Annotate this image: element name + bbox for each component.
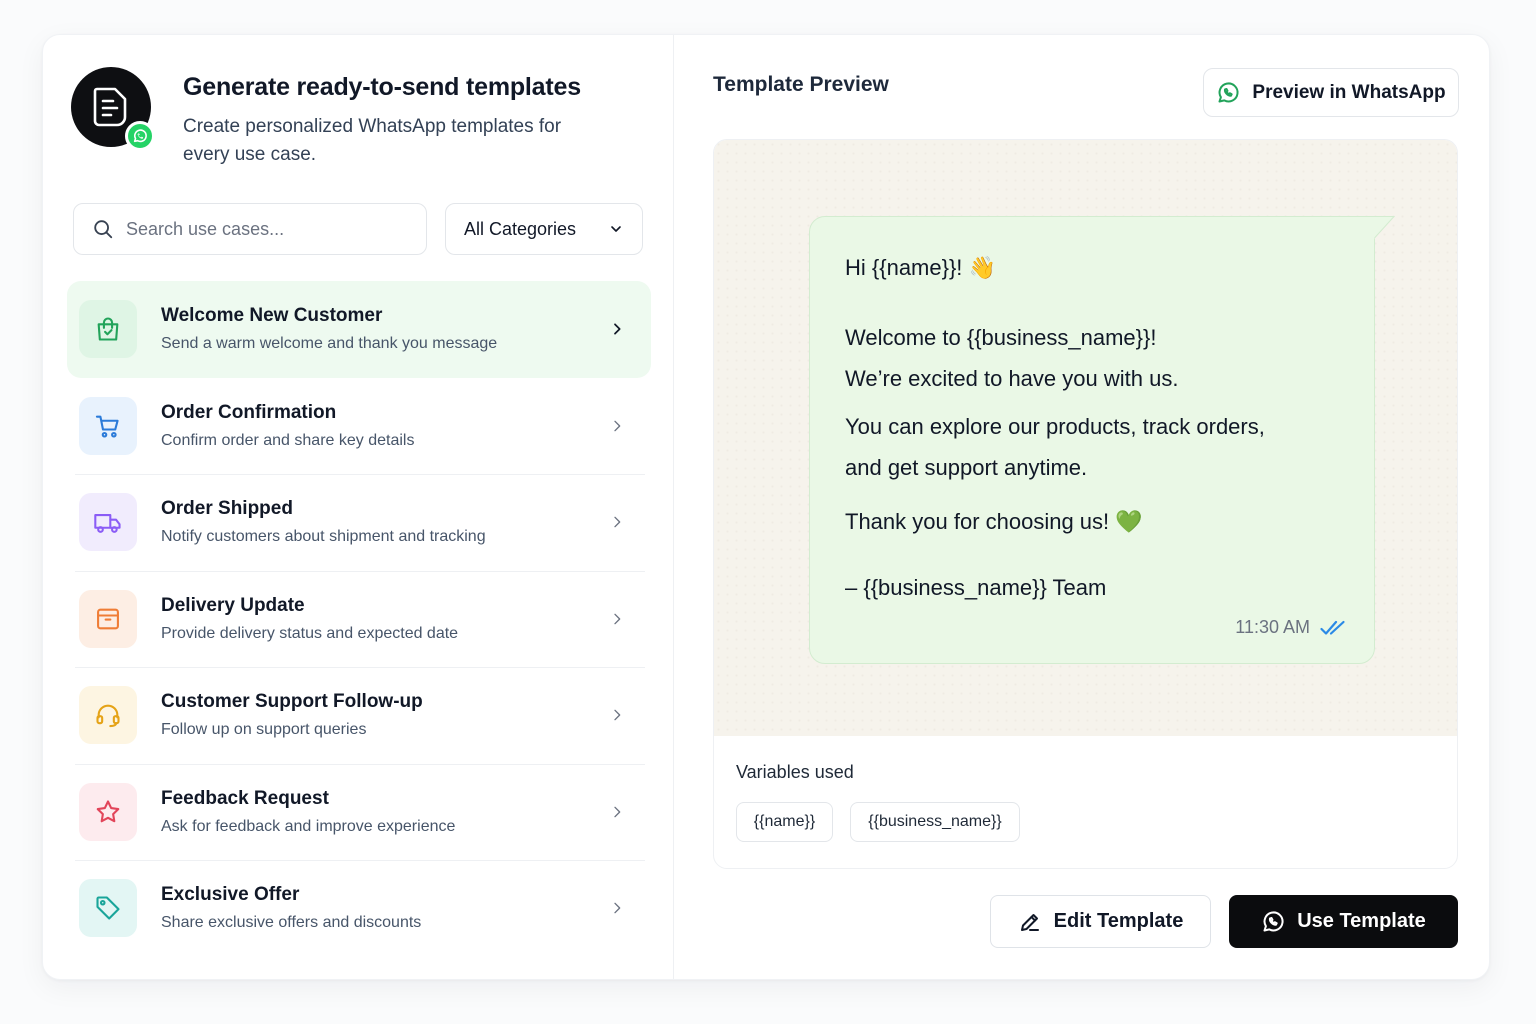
use-case-description: Send a warm welcome and thank you messag… bbox=[161, 335, 498, 353]
use-case-item-support-follow-up[interactable]: Customer Support Follow-up Follow up on … bbox=[67, 667, 651, 764]
chevron-right-icon bbox=[597, 611, 637, 627]
cart-icon bbox=[95, 415, 119, 438]
chevron-right-icon bbox=[597, 804, 637, 820]
message-line-5: Thank you for choosing us! 💚 bbox=[845, 509, 1143, 534]
use-case-title: Order Confirmation bbox=[161, 401, 337, 423]
use-case-item-exclusive-offer[interactable]: Exclusive Offer Share exclusive offers a… bbox=[67, 860, 651, 957]
message-time: 11:30 AM bbox=[1235, 617, 1310, 637]
message-line-1: Welcome to {{business_name}}! bbox=[845, 325, 1157, 350]
variable-chip: {{name}} bbox=[736, 802, 833, 842]
edit-template-label: Edit Template bbox=[1053, 910, 1184, 932]
search-box[interactable] bbox=[73, 203, 427, 255]
use-case-icon-box bbox=[79, 493, 137, 552]
pencil-icon bbox=[1020, 913, 1039, 931]
chevron-right-icon bbox=[597, 418, 637, 434]
double-check-icon bbox=[1320, 620, 1345, 635]
preview-in-whatsapp-label: Preview in WhatsApp bbox=[1252, 81, 1446, 103]
tag-icon bbox=[96, 896, 120, 920]
use-case-icon-box bbox=[79, 300, 137, 359]
page-subtitle: Create personalized WhatsApp templates f… bbox=[183, 116, 562, 165]
headset-icon bbox=[96, 704, 120, 728]
variables-label: Variables used bbox=[736, 762, 854, 782]
use-case-title: Delivery Update bbox=[161, 594, 305, 616]
chevron-right-icon bbox=[597, 900, 637, 916]
use-case-description: Provide delivery status and expected dat… bbox=[161, 624, 459, 642]
use-case-title: Welcome New Customer bbox=[161, 305, 383, 327]
use-case-title: Order Shipped bbox=[161, 498, 293, 520]
category-select-value: All Categories bbox=[464, 218, 577, 239]
whatsapp-icon bbox=[1263, 910, 1284, 931]
panel-divider bbox=[673, 35, 674, 979]
use-case-icon-box bbox=[79, 396, 137, 455]
whatsapp-badge-icon bbox=[125, 121, 155, 151]
message-bubble: Hi {{name}}! 👋 Welcome to {{business_nam… bbox=[809, 216, 1375, 664]
use-case-icon-box bbox=[79, 686, 137, 745]
use-case-item-feedback-request[interactable]: Feedback Request Ask for feedback and im… bbox=[67, 763, 651, 861]
package-icon bbox=[97, 608, 119, 630]
use-template-button[interactable]: Use Template bbox=[1229, 895, 1458, 948]
use-case-description: Notify customers about shipment and trac… bbox=[161, 528, 486, 546]
use-case-icon-box bbox=[79, 589, 137, 648]
use-case-item-delivery-update[interactable]: Delivery Update Provide delivery status … bbox=[67, 570, 651, 668]
edit-template-button[interactable]: Edit Template bbox=[990, 895, 1211, 948]
search-icon bbox=[94, 220, 113, 239]
category-select[interactable]: All Categories bbox=[445, 203, 643, 255]
message-line-4: and get support anytime. bbox=[845, 455, 1088, 480]
page-title: Generate ready-to-send templates bbox=[183, 73, 581, 101]
message-greeting: Hi {{name}}! 👋 bbox=[845, 255, 996, 280]
message-line-2: We’re excited to have you with us. bbox=[845, 366, 1179, 391]
chat-background: Hi {{name}}! 👋 Welcome to {{business_nam… bbox=[714, 140, 1457, 736]
use-case-description: Ask for feedback and improve experience bbox=[161, 817, 456, 835]
use-case-description: Confirm order and share key details bbox=[161, 431, 415, 449]
use-template-label: Use Template bbox=[1297, 910, 1426, 932]
use-case-title: Feedback Request bbox=[161, 787, 329, 809]
use-case-description: Follow up on support queries bbox=[161, 721, 367, 739]
star-icon bbox=[96, 800, 120, 823]
use-case-icon-box bbox=[79, 782, 137, 841]
shopping-bag-icon bbox=[97, 317, 119, 341]
use-case-list: Welcome New Customer Send a warm welcome… bbox=[67, 281, 651, 957]
document-icon bbox=[93, 87, 127, 127]
use-case-title: Exclusive Offer bbox=[161, 884, 300, 906]
chevron-down-icon bbox=[611, 226, 621, 232]
chevron-right-icon bbox=[597, 321, 637, 337]
preview-in-whatsapp-button[interactable]: Preview in WhatsApp bbox=[1203, 68, 1459, 117]
truck-icon bbox=[94, 514, 121, 534]
whatsapp-icon bbox=[1218, 81, 1239, 102]
message-timestamp: 11:30 AM bbox=[1235, 617, 1346, 638]
use-case-icon-box bbox=[79, 879, 137, 938]
use-case-item-order-shipped[interactable]: Order Shipped Notify customers about shi… bbox=[67, 474, 651, 571]
message-signature: – {{business_name}} Team bbox=[845, 575, 1107, 600]
preview-title: Template Preview bbox=[713, 73, 889, 96]
search-input[interactable] bbox=[126, 218, 386, 240]
chevron-right-icon bbox=[597, 707, 637, 723]
use-case-item-welcome[interactable]: Welcome New Customer Send a warm welcome… bbox=[67, 281, 651, 378]
bubble-tail bbox=[1373, 216, 1396, 240]
chevron-right-icon bbox=[597, 514, 637, 530]
message-line-3: You can explore our products, track orde… bbox=[845, 414, 1265, 439]
template-preview-box: Hi {{name}}! 👋 Welcome to {{business_nam… bbox=[713, 139, 1458, 869]
use-case-item-order-confirmation[interactable]: Order Confirmation Confirm order and sha… bbox=[67, 378, 651, 475]
use-case-title: Customer Support Follow-up bbox=[161, 691, 423, 713]
use-case-description: Share exclusive offers and discounts bbox=[161, 914, 422, 932]
template-generator-card: Generate ready-to-send templates Create … bbox=[42, 34, 1490, 980]
variable-chip: {{business_name}} bbox=[850, 802, 1020, 842]
